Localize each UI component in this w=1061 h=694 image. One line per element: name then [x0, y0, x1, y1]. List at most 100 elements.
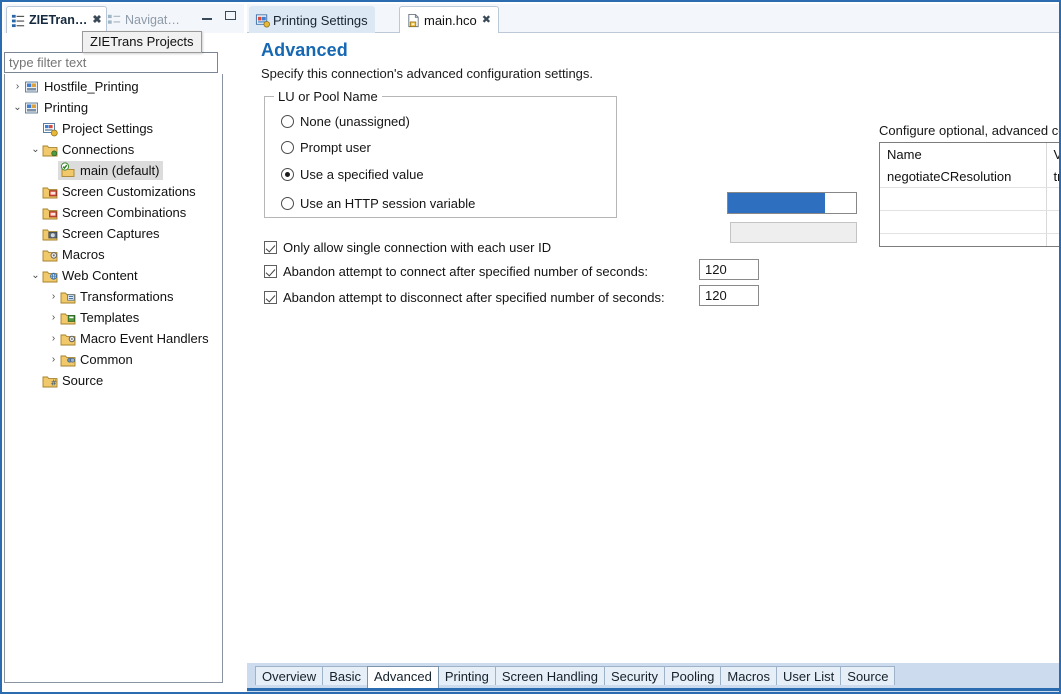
table-cell: [880, 233, 1047, 246]
maximize-icon[interactable]: [224, 9, 238, 23]
view-window-controls: [201, 9, 238, 23]
radio-use-http-session-variable[interactable]: Use an HTTP session variable: [281, 196, 475, 211]
chevron-right-icon[interactable]: ›: [47, 354, 60, 365]
page-tab-advanced[interactable]: Advanced: [366, 666, 439, 688]
tree-item-label: Project Settings: [62, 121, 154, 136]
tree-item-templates[interactable]: › Templates: [5, 307, 222, 328]
http-session-variable-input: [730, 222, 857, 243]
checkbox-label: Abandon attempt to disconnect after spec…: [283, 290, 665, 305]
filter-input[interactable]: [4, 52, 218, 73]
chevron-right-icon[interactable]: ›: [47, 333, 60, 344]
radio-label: None (unassigned): [300, 114, 410, 129]
table-row[interactable]: [880, 187, 1059, 211]
tree-item-transformations[interactable]: › Transformations: [5, 286, 222, 307]
settings-table-caption: Configure optional, advanced connection …: [879, 123, 1059, 138]
tree-item-source[interactable]: # Source: [5, 370, 222, 391]
chevron-down-icon[interactable]: ⌄: [29, 144, 42, 155]
editor-tab-label: Printing Settings: [273, 12, 368, 28]
tree-item-label: Printing: [44, 100, 89, 115]
radio-label: Use a specified value: [300, 167, 424, 182]
tree-item-label: Connections: [62, 142, 135, 157]
radio-prompt-user[interactable]: Prompt user: [281, 140, 371, 155]
tree-item-label: Common: [80, 352, 133, 367]
radio-button[interactable]: [281, 115, 294, 128]
editor-tab-main-hco[interactable]: main.hco ✖: [399, 6, 499, 34]
column-header-name: Name: [880, 143, 1047, 165]
radio-button[interactable]: [281, 141, 294, 154]
tree-item-content: Common: [60, 352, 133, 368]
eclipse-workbench-window: ZIETran… ✖ Navigat… ZIETrans Projects › H…: [0, 0, 1061, 694]
chevron-down-icon[interactable]: ⌄: [29, 270, 42, 281]
minimize-icon[interactable]: [201, 9, 215, 23]
checkbox-abandon-connect[interactable]: Abandon attempt to connect after specifi…: [264, 264, 648, 279]
common-icon: [60, 355, 76, 366]
tree-item-project-settings[interactable]: Project Settings: [5, 118, 222, 139]
text-selection-highlight: [728, 193, 825, 213]
chevron-down-icon[interactable]: ⌄: [11, 102, 24, 113]
macros-folder-icon: [42, 250, 58, 261]
tree-item-content: Hostfile_Printing: [24, 79, 139, 95]
radio-none-unassigned[interactable]: None (unassigned): [281, 114, 410, 129]
specified-value-input[interactable]: [727, 192, 857, 214]
tree-item-content: Screen Customizations: [42, 184, 196, 200]
checkbox-abandon-disconnect[interactable]: Abandon attempt to disconnect after spec…: [264, 290, 665, 305]
table-row[interactable]: negotiateCResolutiontrue: [880, 165, 1059, 188]
tree-item-content: Transformations: [60, 289, 173, 305]
tree-item-label: Source: [62, 373, 104, 388]
tree-item-label: Hostfile_Printing: [44, 79, 139, 94]
tree-item-macros[interactable]: Macros: [5, 244, 222, 265]
chevron-right-icon[interactable]: ›: [47, 312, 60, 323]
project-tree[interactable]: › Hostfile_Printing ⌄ Printing Project Setti…: [4, 74, 223, 683]
macro-event-handlers-icon: [60, 334, 76, 345]
connections-folder-icon: [42, 145, 58, 156]
checkbox-only-allow-single-connection[interactable]: Only allow single connection with each u…: [264, 240, 551, 255]
chevron-right-icon[interactable]: ›: [47, 291, 60, 302]
tree-item-label: Screen Captures: [62, 226, 160, 241]
tree-item-content: Project Settings: [42, 121, 153, 137]
checkbox-box[interactable]: [264, 265, 277, 278]
tree-item-screen-combinations[interactable]: Screen Combinations: [5, 202, 222, 223]
disconnect-timeout-input[interactable]: [699, 285, 759, 306]
radio-label: Prompt user: [300, 140, 371, 155]
close-icon[interactable]: ✖: [92, 14, 101, 26]
navigator-icon: [107, 14, 121, 24]
connect-timeout-input[interactable]: [699, 259, 759, 280]
checkbox-box[interactable]: [264, 241, 277, 254]
tree-item-label: Screen Customizations: [62, 184, 196, 199]
tree-item-macro-event-handlers[interactable]: › Macro Event Handlers: [5, 328, 222, 349]
tree-item-web-content[interactable]: ⌄ Web Content: [5, 265, 222, 286]
zietrans-projects-icon: [11, 14, 25, 27]
chevron-right-icon[interactable]: ›: [11, 81, 24, 92]
view-tab-zietrans-projects[interactable]: ZIETran… ✖: [6, 6, 107, 33]
tree-item-content: Web Content: [42, 268, 138, 284]
tree-item-printing[interactable]: ⌄ Printing: [5, 97, 222, 118]
project-icon: [25, 102, 38, 113]
tree-item-content: Templates: [60, 310, 139, 326]
table-row[interactable]: [880, 233, 1059, 246]
table-row[interactable]: [880, 210, 1059, 234]
project-settings-icon: [43, 122, 58, 136]
table-cell: [1046, 187, 1059, 211]
checkbox-label: Abandon attempt to connect after specifi…: [283, 264, 648, 279]
tree-item-content: Macro Event Handlers: [60, 331, 209, 347]
editor-tab-printing-settings[interactable]: Printing Settings: [249, 6, 375, 34]
tree-item-hostfile-printing[interactable]: › Hostfile_Printing: [5, 76, 222, 97]
tree-item-label: main (default): [80, 162, 160, 178]
radio-use-specified-value[interactable]: Use a specified value: [281, 167, 424, 182]
connection-icon: [60, 162, 75, 177]
view-tab-navigator[interactable]: Navigat…: [103, 6, 184, 33]
tree-item-screen-customizations[interactable]: Screen Customizations: [5, 181, 222, 202]
tooltip: ZIETrans Projects: [82, 31, 202, 53]
radio-button[interactable]: [281, 197, 294, 210]
tree-item-main-default[interactable]: main (default): [5, 160, 222, 181]
project-icon: [25, 81, 38, 92]
radio-button[interactable]: [281, 168, 294, 181]
tree-item-common[interactable]: › Common: [5, 349, 222, 370]
settings-table-wrapper[interactable]: Name Value negotiateCResolutiontrue: [879, 142, 1059, 247]
close-icon[interactable]: ✖: [482, 14, 491, 26]
tree-item-screen-captures[interactable]: Screen Captures: [5, 223, 222, 244]
tree-item-connections[interactable]: ⌄ Connections: [5, 139, 222, 160]
table-cell: [1046, 233, 1059, 246]
screen-combinations-icon: [42, 208, 58, 219]
checkbox-box[interactable]: [264, 291, 277, 304]
